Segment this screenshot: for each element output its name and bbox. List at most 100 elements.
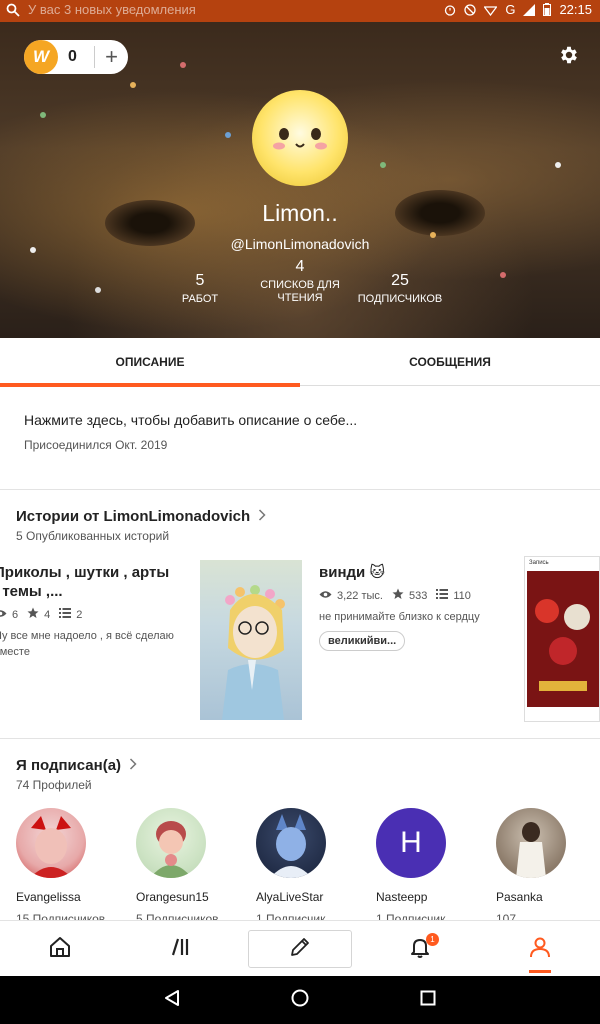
add-coins-button[interactable]: + (95, 40, 128, 74)
decor-light (40, 112, 46, 118)
profile-tabs: ОПИСАНИЕ СООБЩЕНИЯ (0, 338, 600, 387)
divider (0, 738, 600, 739)
avatar (496, 808, 566, 878)
story-title: Приколы , шутки , арты , темы ,... (0, 564, 170, 600)
following-count: 74 Профилей (16, 778, 92, 792)
profile-name: AlyaLiveStar (256, 890, 324, 904)
coin-count: 0 (68, 48, 77, 65)
nav-profile[interactable] (480, 921, 600, 977)
decor-light (225, 132, 231, 138)
gear-icon[interactable] (558, 44, 580, 71)
back-button[interactable] (142, 976, 202, 1024)
story-meta: 3,22 тыс. 533 110 (319, 588, 519, 603)
mute-icon (464, 3, 476, 16)
story-votes: 533 (408, 589, 428, 602)
eye-icon (319, 590, 332, 602)
divider (0, 489, 600, 490)
profile-name: Evangelissa (16, 890, 81, 904)
recents-button[interactable] (398, 976, 458, 1024)
cover-illustration (527, 571, 599, 719)
notification-text: У вас 3 новых уведомления (28, 2, 196, 17)
followed-profile[interactable]: AlyaLiveStar 1 Подписчик (256, 808, 368, 926)
story-cover-image[interactable]: Запись (524, 556, 600, 722)
followed-profile[interactable]: Pasanka 107 (496, 808, 600, 926)
tab-messages[interactable]: СООБЩЕНИЯ (300, 338, 600, 386)
circle-home-icon (291, 989, 309, 1012)
following-title: Я подписан(а) (16, 757, 122, 774)
story-description: Ну все мне надоело , я всё сделаю вместе (0, 630, 174, 658)
about-section[interactable]: Нажмите здесь, чтобы добавить описание о… (24, 412, 357, 452)
story-description: не принимайте близко к сердцу (319, 611, 480, 623)
avatar-face (273, 128, 327, 150)
profile-name: Orangesun15 (136, 890, 209, 904)
clock: 22:15 (559, 2, 592, 17)
profile-icon (529, 936, 551, 963)
notification-badge: 1 (426, 933, 439, 946)
story-cover-image[interactable] (200, 560, 302, 720)
decor-light (380, 162, 386, 168)
battery-icon (543, 3, 552, 16)
signal-icon (523, 3, 536, 16)
story-card[interactable]: винди 🐱 3,22 тыс. 533 110 не принимайте … (319, 563, 519, 651)
profile-name: Pasanka (496, 890, 543, 904)
story-views: 6 (12, 608, 19, 621)
add-description-prompt[interactable]: Нажмите здесь, чтобы добавить описание о… (24, 412, 357, 428)
write-button[interactable] (248, 930, 352, 968)
avatar-initial: H (400, 826, 422, 859)
stories-title: Истории от LimonLimonadovich (16, 508, 251, 525)
chevron-right-icon (129, 757, 137, 774)
wifi-icon (484, 4, 498, 16)
followed-profile[interactable]: H Nasteepp 1 Подписчик (376, 808, 488, 926)
story-title: винди 🐱 (319, 564, 386, 581)
stat-reading-lists[interactable]: 4 СПИСКОВ ДЛЯ ЧТЕНИЯ (255, 258, 345, 305)
library-icon (169, 937, 191, 962)
square-recents-icon (420, 990, 436, 1011)
home-button[interactable] (270, 976, 330, 1024)
profile-header: W 0 + Limon.. @LimonLimonadovich 5 РАБОТ… (0, 22, 600, 338)
stories-section-title[interactable]: Истории от LimonLimonadovich (16, 508, 266, 525)
avatar (16, 808, 86, 878)
decor-light (130, 82, 136, 88)
star-icon (392, 588, 404, 603)
cover-illustration (222, 585, 285, 720)
username: Limon.. (262, 200, 338, 226)
stat-value: 25 (391, 272, 409, 289)
nav-home[interactable] (0, 921, 120, 977)
nav-write[interactable] (240, 921, 360, 977)
tab-description[interactable]: ОПИСАНИЕ (0, 338, 300, 387)
story-parts: 2 (76, 608, 83, 621)
stories-count: 5 Опубликованных историй (16, 529, 170, 543)
pencil-icon (289, 936, 311, 963)
profile-avatar[interactable] (252, 90, 348, 186)
stat-value: 5 (195, 272, 205, 289)
story-card[interactable]: Приколы , шутки , арты , темы ,... 6 4 2… (0, 563, 174, 660)
system-navigation-bar (0, 976, 600, 1024)
stat-label: СПИСКОВ ДЛЯ ЧТЕНИЯ (260, 279, 340, 304)
status-bar: У вас 3 новых уведомления G 22:15 (0, 0, 600, 22)
decor-light (180, 62, 186, 68)
following-section-title[interactable]: Я подписан(а) (16, 757, 137, 774)
stat-works[interactable]: 5 РАБОТ (170, 272, 230, 306)
stat-label: ПОДПИСЧИКОВ (357, 293, 443, 305)
story-views: 3,22 тыс. (337, 589, 383, 602)
followed-profile[interactable]: Evangelissa 15 Подписчиков (16, 808, 128, 926)
story-parts: 110 (453, 589, 471, 602)
stat-value: 4 (295, 258, 305, 275)
back-icon (163, 989, 181, 1012)
coin-icon: W (24, 40, 58, 74)
eye-icon (0, 609, 7, 621)
avatar: H (376, 808, 446, 878)
coin-balance[interactable]: W 0 + (24, 40, 128, 74)
story-tag[interactable]: великийви... (319, 631, 406, 651)
home-icon (49, 936, 71, 963)
search-icon (6, 3, 20, 17)
stat-followers[interactable]: 25 ПОДПИСЧИКОВ (352, 272, 448, 306)
nav-notifications[interactable]: 1 (360, 921, 480, 977)
carrier-label: G (505, 2, 516, 17)
story-meta: 6 4 2 (0, 607, 174, 622)
active-indicator (529, 970, 551, 973)
stat-label: РАБОТ (181, 293, 219, 305)
avatar (256, 808, 326, 878)
nav-library[interactable] (120, 921, 240, 977)
followed-profile[interactable]: Orangesun15 5 Подписчиков (136, 808, 248, 926)
